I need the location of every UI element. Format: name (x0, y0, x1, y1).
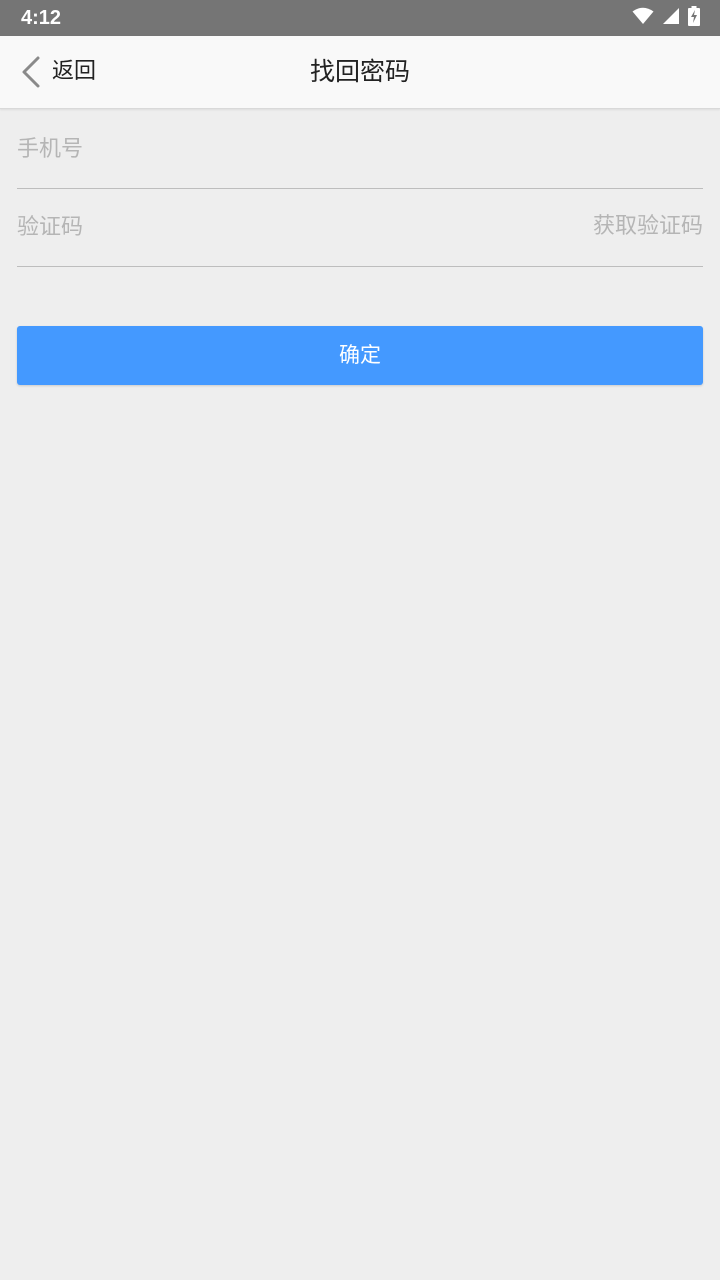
back-button[interactable]: 返回 (18, 36, 96, 108)
confirm-button[interactable]: 确定 (17, 326, 703, 385)
wifi-icon (632, 7, 654, 29)
page-title: 找回密码 (309, 57, 410, 86)
status-icons (632, 6, 700, 30)
get-code-button[interactable]: 获取验证码 (593, 188, 703, 266)
nav-bar: 返回 找回密码 (0, 36, 720, 109)
signal-icon (662, 7, 680, 29)
status-time: 4:12 (21, 7, 62, 29)
verification-code-field: 获取验证码 (17, 188, 703, 267)
phone-field (17, 110, 703, 189)
status-bar: 4:12 (0, 0, 720, 36)
battery-charging-icon (688, 6, 700, 30)
verification-code-input[interactable] (17, 188, 557, 266)
back-label: 返回 (52, 59, 97, 84)
chevron-left-icon (18, 54, 44, 90)
phone-input[interactable] (17, 110, 703, 188)
